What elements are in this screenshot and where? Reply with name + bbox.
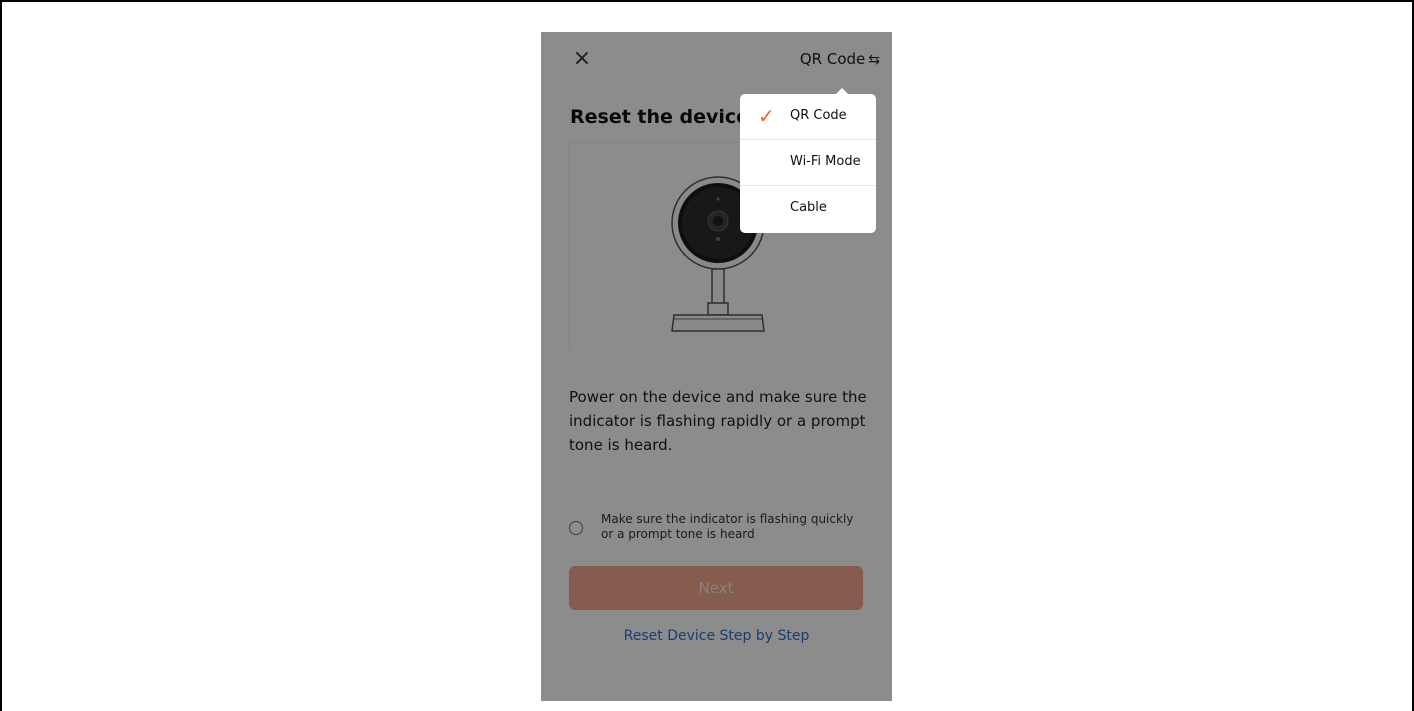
menu-item-label: Cable — [790, 200, 827, 215]
menu-item-label: Wi-Fi Mode — [790, 154, 861, 169]
menu-item-qr-code[interactable]: ✓ QR Code — [740, 94, 876, 140]
menu-item-wifi-mode[interactable]: Wi-Fi Mode — [740, 140, 876, 186]
checkmark-icon: ✓ — [758, 104, 775, 128]
menu-item-label: QR Code — [790, 108, 847, 123]
menu-item-cable[interactable]: Cable — [740, 186, 876, 232]
screenshot-frame: × QR Code ⇆ Reset the device Power on th… — [0, 0, 1414, 711]
mode-menu: ✓ QR Code Wi-Fi Mode Cable — [740, 94, 876, 233]
phone-screen: × QR Code ⇆ Reset the device Power on th… — [541, 32, 892, 701]
